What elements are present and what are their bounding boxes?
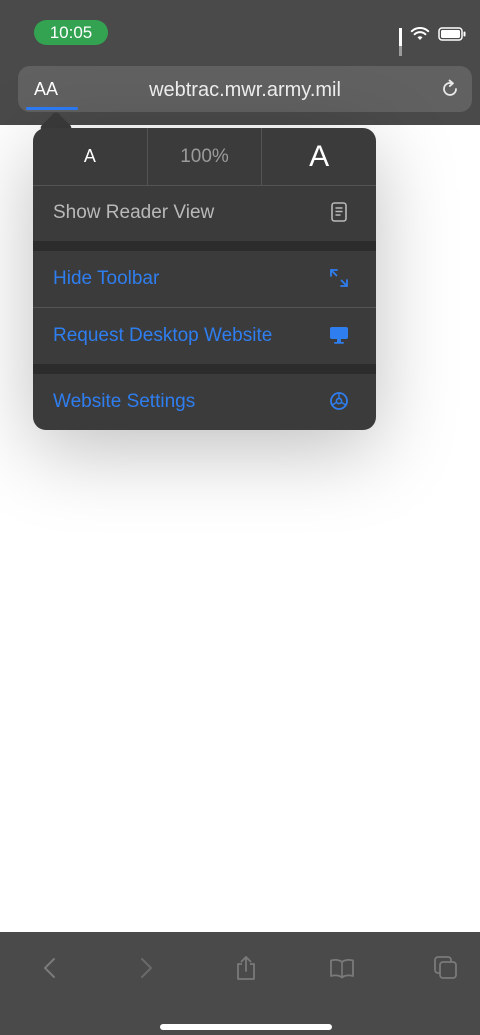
home-indicator[interactable] (160, 1024, 332, 1030)
text-size-active-indicator (26, 107, 78, 110)
share-icon[interactable] (232, 954, 260, 982)
reader-view-icon (331, 202, 347, 222)
page-settings-popover: A 100% A Show Reader View Hide Toolbar R… (33, 128, 376, 430)
font-size-controls: A 100% A (33, 128, 376, 186)
menu-group-separator (33, 364, 376, 374)
zoom-level-button[interactable]: 100% (148, 128, 263, 185)
menu-item-label: Request Desktop Website (53, 325, 273, 346)
menu-item-show-reader-view[interactable]: Show Reader View (33, 185, 376, 241)
menu-item-label: Show Reader View (53, 202, 215, 223)
menu-item-website-settings[interactable]: Website Settings (33, 374, 376, 430)
browser-top-bar: 10:05 AA webtrac.mwr.army.mil (0, 0, 480, 125)
signal-icon (399, 28, 402, 56)
menu-group-separator (33, 241, 376, 251)
wifi-icon (410, 27, 430, 41)
url-text[interactable]: webtrac.mwr.army.mil (18, 78, 472, 102)
browser-bottom-toolbar (0, 932, 480, 1035)
tabs-icon[interactable] (432, 954, 460, 982)
decrease-text-size-button[interactable]: A (33, 128, 148, 185)
menu-item-request-desktop-website[interactable]: Request Desktop Website (33, 308, 376, 364)
battery-icon (438, 27, 466, 41)
status-time: 10:05 (34, 20, 108, 45)
menu-item-hide-toolbar[interactable]: Hide Toolbar (33, 251, 376, 307)
increase-text-size-button[interactable]: A (262, 128, 376, 185)
forward-icon[interactable] (132, 954, 160, 982)
menu-item-label: Website Settings (53, 391, 196, 412)
address-bar[interactable]: AA webtrac.mwr.army.mil (18, 66, 472, 112)
status-icons (399, 22, 466, 56)
resize-arrows-icon (330, 269, 348, 287)
back-icon[interactable] (36, 954, 64, 982)
reload-icon[interactable] (438, 77, 462, 101)
bookmarks-icon[interactable] (328, 954, 356, 982)
menu-item-label: Hide Toolbar (53, 268, 160, 289)
settings-gear-icon (330, 392, 348, 410)
desktop-icon (330, 327, 348, 344)
screen: 10:05 A A webtrac.mwr.army.mil A 100% A S… (0, 0, 480, 1035)
